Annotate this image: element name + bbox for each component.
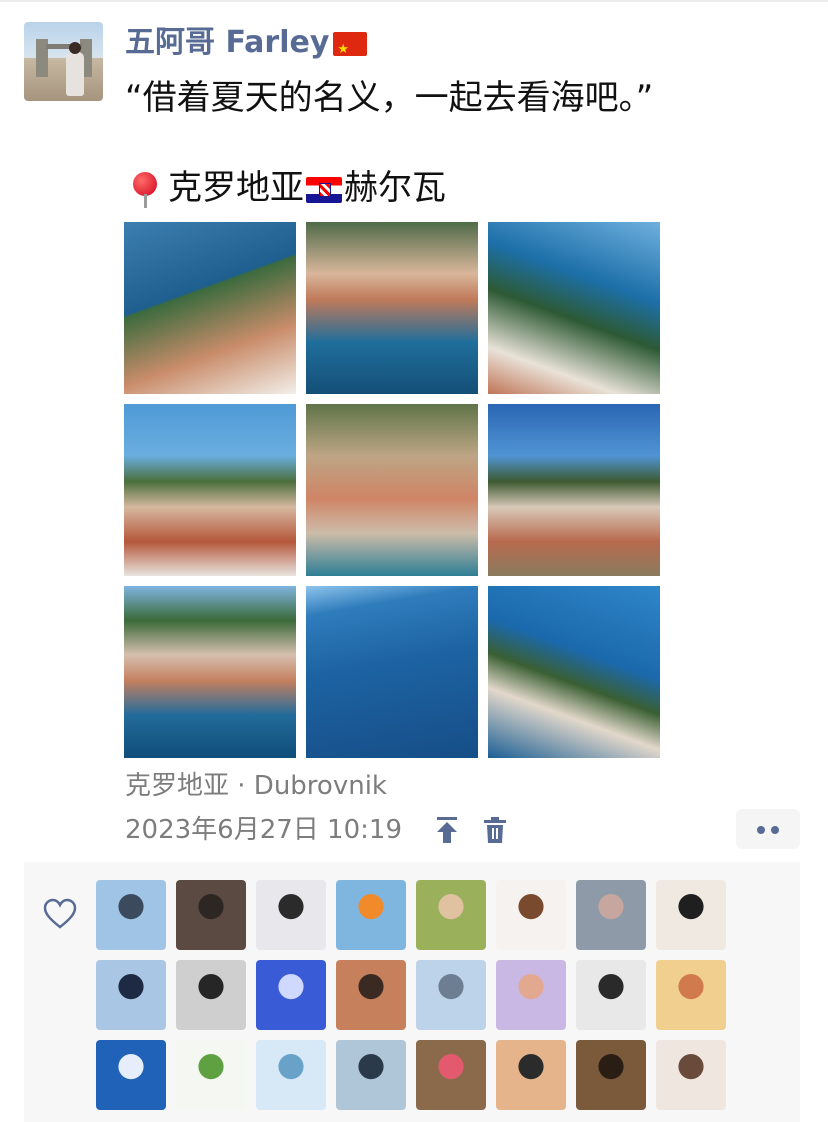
liker-avatar-8[interactable] bbox=[656, 880, 726, 950]
more-options-button[interactable] bbox=[736, 809, 800, 849]
liker-avatar-11[interactable] bbox=[256, 960, 326, 1030]
photo-harbor-aerial-2[interactable] bbox=[306, 222, 478, 394]
liker-avatar-7[interactable] bbox=[576, 880, 646, 950]
photo-harbor-aerial-3[interactable] bbox=[488, 222, 660, 394]
liker-avatar-5[interactable] bbox=[416, 880, 486, 950]
heart-outline-icon bbox=[43, 898, 77, 929]
photo-grid bbox=[124, 222, 660, 758]
pin-to-top-icon[interactable] bbox=[434, 816, 460, 844]
liker-avatar-2[interactable] bbox=[176, 880, 246, 950]
photo-bay-boats[interactable] bbox=[124, 586, 296, 758]
photo-town-view-1[interactable] bbox=[124, 404, 296, 576]
author-name-text[interactable]: 五阿哥 Farley bbox=[125, 25, 329, 60]
location-city: 赫尔瓦 bbox=[344, 168, 446, 208]
trash-icon[interactable] bbox=[482, 816, 508, 844]
liker-avatar-19[interactable] bbox=[256, 1040, 326, 1110]
photo-town-view-2[interactable] bbox=[488, 404, 660, 576]
post-timestamp: 2023年6月27日 10:19 bbox=[125, 815, 402, 845]
liker-avatar-10[interactable] bbox=[176, 960, 246, 1030]
liker-avatar-17[interactable] bbox=[96, 1040, 166, 1110]
liker-avatar-22[interactable] bbox=[496, 1040, 566, 1110]
photo-town-fortress[interactable] bbox=[306, 404, 478, 576]
liker-avatar-16[interactable] bbox=[656, 960, 726, 1030]
round-pushpin-icon bbox=[130, 171, 160, 208]
liker-avatar-1[interactable] bbox=[96, 880, 166, 950]
liker-avatar-15[interactable] bbox=[576, 960, 646, 1030]
avatar-person bbox=[66, 52, 84, 96]
liker-avatar-18[interactable] bbox=[176, 1040, 246, 1110]
top-divider bbox=[0, 0, 828, 2]
photo-open-sea[interactable] bbox=[306, 586, 478, 758]
liker-avatar-21[interactable] bbox=[416, 1040, 486, 1110]
author-name[interactable]: 五阿哥 Farley bbox=[125, 24, 368, 69]
avatar-person-head bbox=[69, 42, 81, 54]
photo-harbor-aerial-1[interactable] bbox=[124, 222, 296, 394]
liker-avatar-13[interactable] bbox=[416, 960, 486, 1030]
photo-peninsula[interactable] bbox=[488, 586, 660, 758]
liker-avatar-3[interactable] bbox=[256, 880, 326, 950]
location-link[interactable]: 克罗地亚 · Dubrovnik bbox=[125, 768, 387, 804]
liker-avatar-9[interactable] bbox=[96, 960, 166, 1030]
liker-avatar-24[interactable] bbox=[656, 1040, 726, 1110]
location-country: 克罗地亚 bbox=[168, 168, 304, 208]
liker-avatar-4[interactable] bbox=[336, 880, 406, 950]
liker-avatar-20[interactable] bbox=[336, 1040, 406, 1110]
liker-avatar-23[interactable] bbox=[576, 1040, 646, 1110]
post-location-line: 克罗地亚 赫尔瓦 bbox=[130, 164, 446, 212]
china-flag-icon bbox=[333, 31, 368, 69]
liker-avatar-12[interactable] bbox=[336, 960, 406, 1030]
likers-grid bbox=[96, 880, 736, 1120]
croatia-flag-icon bbox=[306, 176, 342, 203]
liker-avatar-6[interactable] bbox=[496, 880, 566, 950]
author-avatar[interactable] bbox=[24, 22, 103, 101]
post-text: “借着夏天的名义，一起去看海吧。” bbox=[125, 78, 654, 118]
liker-avatar-14[interactable] bbox=[496, 960, 566, 1030]
